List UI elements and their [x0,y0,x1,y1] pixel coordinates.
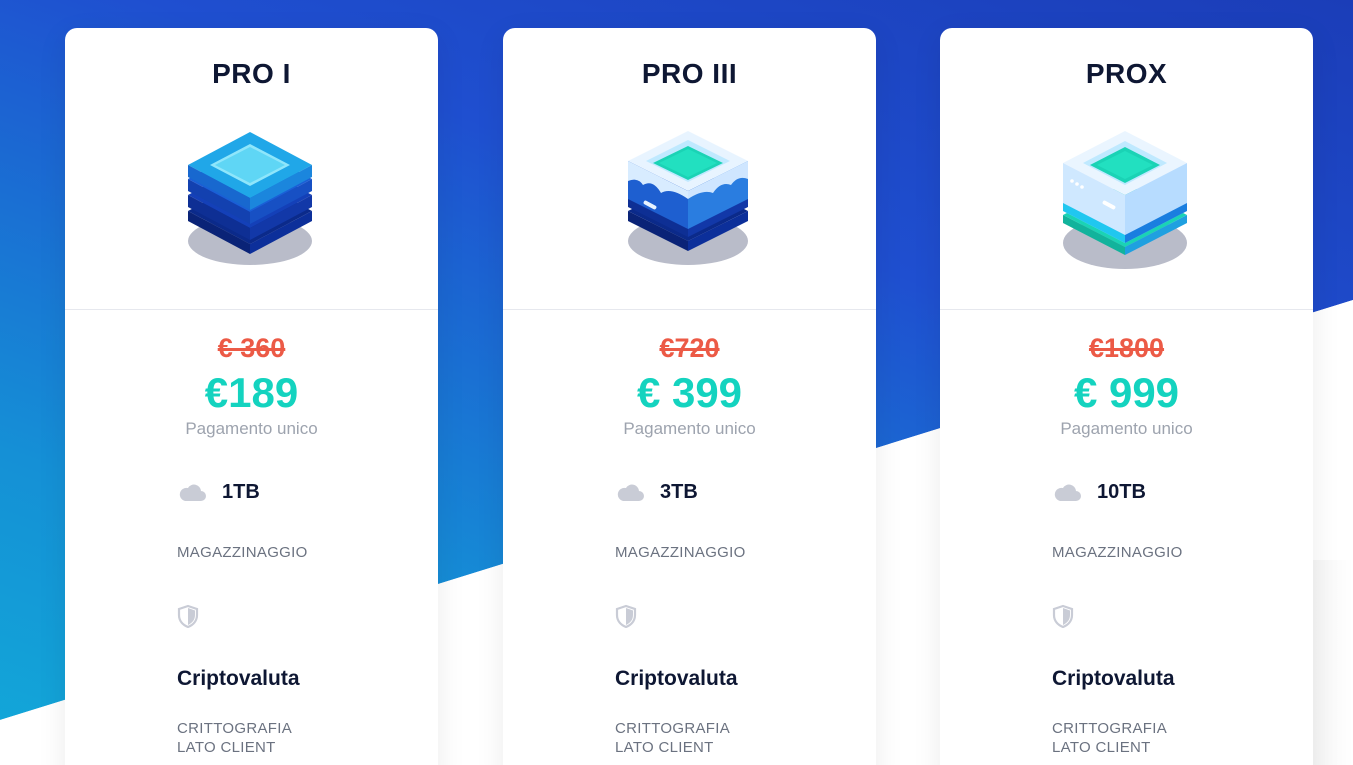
cloud-icon [1054,484,1081,501]
feature-subtitle: CRITTOGRAFIA LATO CLIENT [615,719,730,757]
cloud-icon [179,484,206,501]
feature-subtitle-line2: LATO CLIENT [615,739,714,756]
plan-title: PROX [1085,58,1168,89]
storage-label: MAGAZZINAGGIO [177,544,308,561]
old-price: € 360 [217,333,286,363]
storage-label: MAGAZZINAGGIO [615,544,746,561]
feature-title: Criptovaluta [615,667,738,690]
card-divider [503,309,876,310]
cloud-icon [617,484,644,501]
storage-value: 1TB [222,481,260,503]
old-price: €1800 [1088,333,1165,363]
plan-title: PRO I [212,58,291,89]
pricing-card-pro-i[interactable]: PRO I € 360 €189 Pagamento unico 1TB MAG… [65,28,438,765]
pricing-card-pro-iii[interactable]: PRO III €720 € 399 Pagamento unico 3TB M… [503,28,876,765]
storage-label: MAGAZZINAGGIO [1052,544,1183,561]
shield-icon [177,604,199,628]
feature-title: Criptovaluta [1052,667,1175,690]
card-divider [940,309,1313,310]
pricing-card-prox[interactable]: PROX €1800 € 999 Pagamento unico 10TB MA… [940,28,1313,765]
old-price: €720 [659,333,720,363]
feature-subtitle: CRITTOGRAFIA LATO CLIENT [1052,719,1167,757]
feature-subtitle: CRITTOGRAFIA LATO CLIENT [177,719,292,757]
feature-subtitle-line1: CRITTOGRAFIA [177,720,292,737]
server-box-icon [1063,131,1187,269]
payment-note: Pagamento unico [1060,419,1193,438]
plan-title: PRO III [641,58,738,89]
payment-note: Pagamento unico [185,419,318,438]
current-price: € 999 [1073,369,1180,416]
current-price: € 399 [636,369,743,416]
card-divider [65,309,438,310]
feature-subtitle-line1: CRITTOGRAFIA [1052,720,1167,737]
layered-stack-icon [188,132,312,265]
ice-box-stack-icon [628,131,748,265]
background-shade [1310,560,1353,765]
shield-icon [615,604,637,628]
feature-subtitle-line2: LATO CLIENT [177,739,276,756]
feature-subtitle-line2: LATO CLIENT [1052,739,1151,756]
payment-note: Pagamento unico [623,419,756,438]
storage-value: 3TB [660,481,698,503]
feature-subtitle-line1: CRITTOGRAFIA [615,720,730,737]
feature-title: Criptovaluta [177,667,300,690]
storage-value: 10TB [1097,481,1146,503]
shield-icon [1052,604,1074,628]
current-price: €189 [204,369,299,416]
